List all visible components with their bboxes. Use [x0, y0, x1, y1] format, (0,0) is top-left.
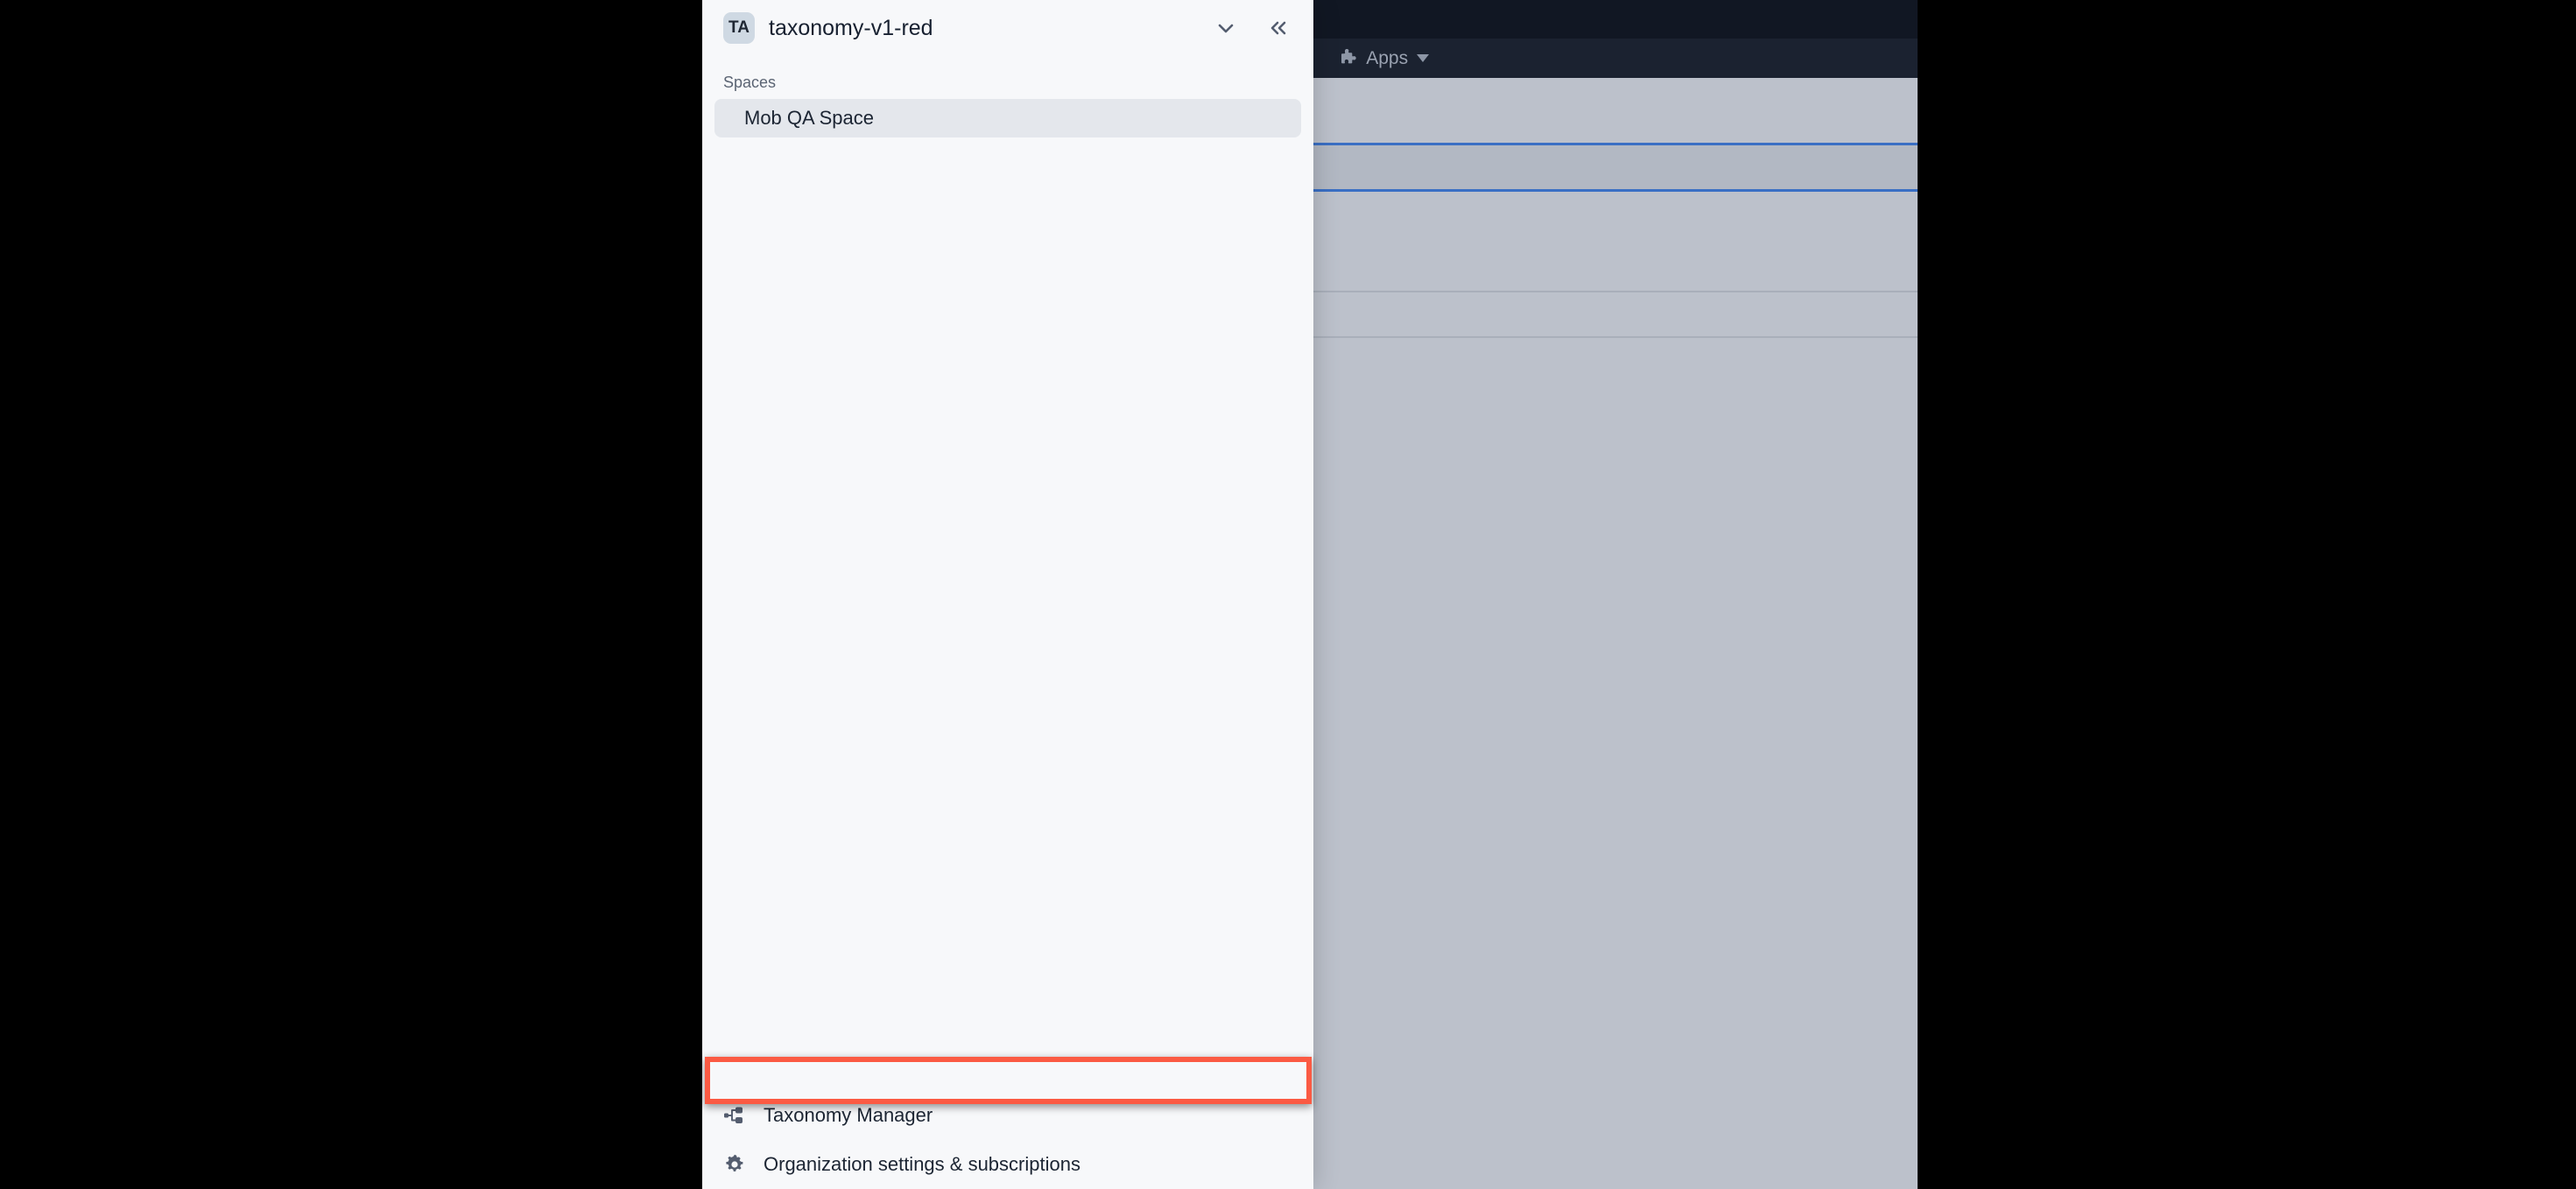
- organization-settings-label: Organization settings & subscriptions: [764, 1153, 1080, 1176]
- nav-item-apps-label: Apps: [1366, 48, 1408, 69]
- chevron-down-icon: [1417, 54, 1429, 62]
- spaces-section-label: Spaces: [702, 56, 1313, 99]
- organization-name: taxonomy-v1-red: [769, 16, 933, 41]
- sidebar-header: TA taxonomy-v1-red: [702, 0, 1313, 56]
- highlight-backdrop: [710, 1062, 1306, 1099]
- sidebar-item-label: Mob QA Space: [744, 107, 874, 130]
- chevron-down-icon[interactable]: [1212, 14, 1240, 42]
- puzzle-icon: [1338, 49, 1357, 68]
- sidebar-item-mob-qa-space[interactable]: Mob QA Space: [714, 99, 1301, 137]
- organization-sidebar: TA taxonomy-v1-red Spaces: [702, 0, 1313, 1189]
- nav-item-apps[interactable]: Apps: [1338, 48, 1429, 69]
- taxonomy-tree-icon: [723, 1104, 746, 1127]
- screenshot-stage: Media Apps l content ntent type: [0, 0, 2576, 1189]
- double-chevron-left-icon[interactable]: [1264, 14, 1292, 42]
- sidebar-header-actions: [1212, 14, 1292, 42]
- sidebar-spacer: [702, 137, 1313, 1042]
- taxonomy-manager-label: Taxonomy Manager: [764, 1104, 933, 1127]
- gear-icon: [723, 1153, 746, 1176]
- organization-settings-button[interactable]: Organization settings & subscriptions: [702, 1140, 1313, 1189]
- avatar: TA: [723, 12, 755, 44]
